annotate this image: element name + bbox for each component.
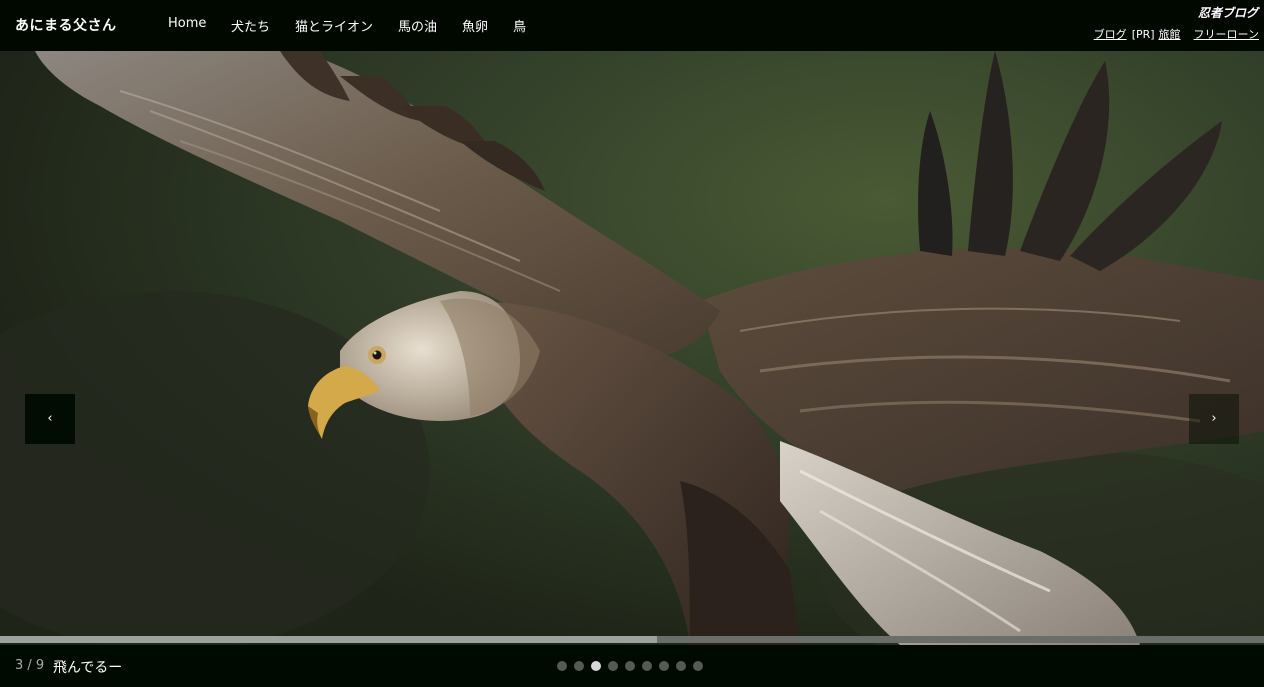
- slide-caption: 飛んでるー: [53, 660, 123, 676]
- slide-dot-6[interactable]: [642, 661, 652, 671]
- ninja-blog-logo[interactable]: 忍者ブログ: [1198, 4, 1258, 21]
- slide-dot-5[interactable]: [625, 661, 635, 671]
- nav-item-home[interactable]: Home: [168, 16, 206, 31]
- slide-dot-7[interactable]: [659, 661, 669, 671]
- slide-dot-8[interactable]: [676, 661, 686, 671]
- slide-dot-4[interactable]: [608, 661, 618, 671]
- ad-link-free-loan[interactable]: フリーローン: [1194, 28, 1259, 41]
- nav-item-horse-oil[interactable]: 馬の油: [398, 16, 437, 35]
- slide-dot-9[interactable]: [693, 661, 703, 671]
- site-title[interactable]: あにまる父さん: [15, 15, 117, 35]
- caption-bar: 3 / 9 飛んでるー: [0, 645, 1264, 687]
- prev-slide-button[interactable]: ‹: [25, 394, 75, 444]
- slide-progress-fill: [0, 636, 658, 643]
- slide-dot-3[interactable]: [591, 661, 601, 671]
- eagle-photo-icon: [0, 51, 1264, 645]
- nav-item-dogs[interactable]: 犬たち: [231, 16, 270, 35]
- slide-counter: 3 / 9: [15, 658, 45, 673]
- slide-image[interactable]: ‹ ›: [0, 51, 1264, 645]
- ad-links: ブログ [PR] 旅館 フリーローン: [1094, 26, 1259, 42]
- slide-dot-2[interactable]: [574, 661, 584, 671]
- slide-dot-1[interactable]: [557, 661, 567, 671]
- nav-item-birds[interactable]: 鳥: [513, 16, 526, 35]
- ad-link-blog[interactable]: ブログ: [1094, 28, 1127, 41]
- nav-item-fish-roe[interactable]: 魚卵: [462, 16, 488, 35]
- ad-pr-label: [PR]: [1131, 28, 1155, 41]
- page: あにまる父さん Home 犬たち 猫とライオン 馬の油 魚卵 鳥 忍者ブログ ブ…: [0, 0, 1264, 687]
- site-header: あにまる父さん Home 犬たち 猫とライオン 馬の油 魚卵 鳥 忍者ブログ ブ…: [0, 0, 1264, 51]
- slide-progress-bar: [0, 636, 1264, 643]
- ad-link-ryokan[interactable]: 旅館: [1159, 28, 1181, 41]
- next-slide-button[interactable]: ›: [1189, 394, 1239, 444]
- nav-item-cats-lions[interactable]: 猫とライオン: [295, 16, 373, 35]
